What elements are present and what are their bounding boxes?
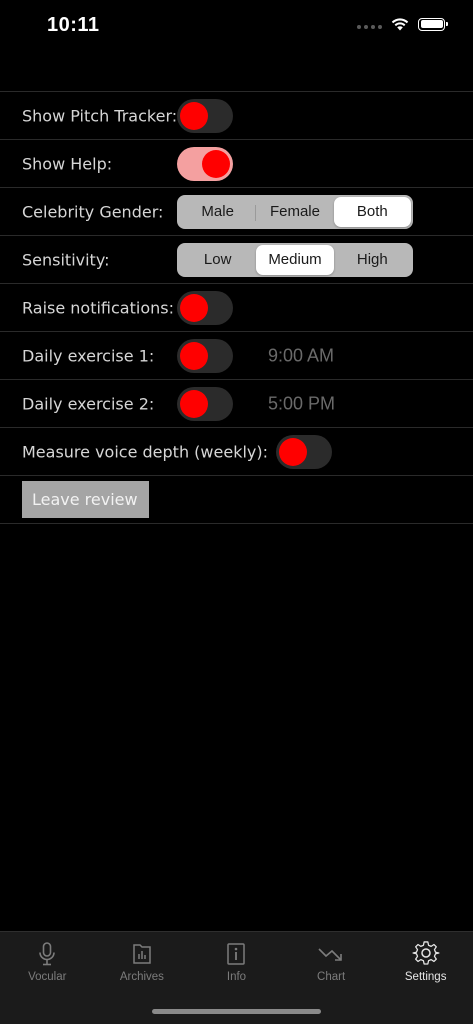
help-label: Show Help: <box>22 154 113 173</box>
tab-chart[interactable]: Chart <box>284 932 379 992</box>
sensitivity-segmented-control: Low Medium High <box>177 242 413 277</box>
gender-option-both[interactable]: Both <box>333 196 411 227</box>
settings-list: Show Pitch Tracker: Show Help: Celebrity… <box>0 91 473 524</box>
notifications-toggle[interactable] <box>177 290 233 325</box>
toggle-knob <box>180 389 208 418</box>
info-icon <box>227 943 246 965</box>
row-daily-exercise-2: Daily exercise 2: 5:00 PM <box>0 379 473 427</box>
daily-exercise-2-label: Daily exercise 2: <box>22 394 155 413</box>
toggle-knob <box>279 437 307 466</box>
gear-icon <box>412 941 440 965</box>
daily-exercise-1-time[interactable]: 9:00 AM <box>268 345 334 366</box>
toggle-knob <box>202 149 230 178</box>
tab-vocular[interactable]: Vocular <box>0 932 95 992</box>
daily-exercise-1-label: Daily exercise 1: <box>22 346 155 365</box>
sensitivity-option-medium[interactable]: Medium <box>256 244 334 275</box>
battery-icon <box>418 17 448 31</box>
tab-bar: Vocular Archives Info Chart Settings <box>0 931 473 1024</box>
sensitivity-option-low[interactable]: Low <box>179 245 256 275</box>
row-leave-review: Leave review <box>0 475 473 524</box>
archives-icon <box>133 944 151 964</box>
row-daily-exercise-1: Daily exercise 1: 9:00 AM <box>0 331 473 379</box>
notifications-label: Raise notifications: <box>22 298 174 317</box>
tab-archives[interactable]: Archives <box>95 932 190 992</box>
voice-depth-label: Measure voice depth (weekly): <box>22 442 268 461</box>
voice-depth-toggle[interactable] <box>276 434 332 469</box>
status-time: 10:11 <box>47 14 100 36</box>
tab-info[interactable]: Info <box>189 932 284 992</box>
daily-exercise-2-time[interactable]: 5:00 PM <box>268 393 335 414</box>
row-celebrity-gender: Celebrity Gender: Male Female Both <box>0 187 473 235</box>
row-help: Show Help: <box>0 139 473 187</box>
row-sensitivity: Sensitivity: Low Medium High <box>0 235 473 283</box>
toggle-knob <box>180 293 208 322</box>
celebrity-gender-label: Celebrity Gender: <box>22 202 164 221</box>
help-toggle[interactable] <box>177 146 233 181</box>
tab-label: Chart <box>317 971 346 983</box>
row-voice-depth: Measure voice depth (weekly): <box>0 427 473 475</box>
daily-exercise-1-toggle[interactable] <box>177 338 233 373</box>
row-pitch-tracker: Show Pitch Tracker: <box>0 91 473 139</box>
sensitivity-label: Sensitivity: <box>22 250 110 269</box>
tab-label: Settings <box>404 971 447 983</box>
tab-settings[interactable]: Settings <box>378 932 473 992</box>
gender-option-female[interactable]: Female <box>256 197 333 227</box>
celebrity-gender-segmented-control: Male Female Both <box>177 194 413 229</box>
chart-icon <box>318 948 342 961</box>
sensitivity-option-high[interactable]: High <box>334 245 411 275</box>
tab-label: Info <box>226 971 247 983</box>
tab-label: Vocular <box>28 971 67 983</box>
toggle-knob <box>180 341 208 370</box>
gender-option-male[interactable]: Male <box>179 197 257 227</box>
leave-review-button[interactable]: Leave review <box>22 481 149 518</box>
row-notifications: Raise notifications: <box>0 283 473 331</box>
tab-label: Archives <box>119 971 164 983</box>
signal-dots-icon <box>357 25 382 29</box>
status-bar: 10:11 <box>0 0 473 56</box>
microphone-icon <box>39 942 56 966</box>
wifi-icon <box>391 18 409 31</box>
pitch-tracker-toggle[interactable] <box>177 98 233 133</box>
home-indicator <box>152 1009 321 1014</box>
pitch-tracker-label: Show Pitch Tracker: <box>22 106 178 125</box>
daily-exercise-2-toggle[interactable] <box>177 386 233 421</box>
toggle-knob <box>180 101 208 130</box>
